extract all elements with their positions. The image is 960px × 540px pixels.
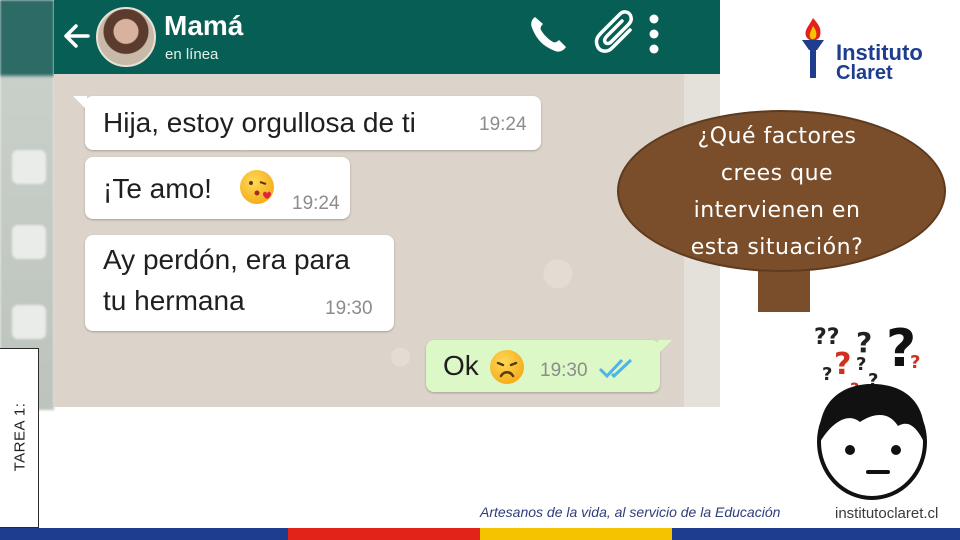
svg-text:?: ? (910, 352, 920, 373)
kissing-heart-emoji-icon (240, 170, 274, 204)
callout-line: crees que (720, 161, 834, 186)
message-time: 19:24 (292, 193, 340, 214)
callout-tail (758, 268, 810, 312)
background-blob (12, 305, 46, 339)
svg-text:?: ? (822, 364, 832, 385)
background-blob (12, 150, 46, 184)
logo-text-line2: Claret (836, 62, 893, 84)
message-time: 19:30 (325, 298, 373, 319)
task-label: TAREA 1: (11, 402, 29, 472)
svg-text:?: ? (834, 347, 851, 382)
stripe-segment (672, 528, 960, 540)
message-text-line2: tu hermana (103, 285, 245, 316)
contact-name: Mamá (164, 10, 244, 41)
phone-icon[interactable] (526, 12, 570, 56)
stripe-segment (0, 528, 288, 540)
message-text: ¡Te amo! (103, 173, 212, 204)
footer-url: institutoclaret.cl (835, 505, 939, 522)
confused-face-illustration: ?? ? ? ? ? ? ? ? ? (814, 322, 927, 500)
footer-slogan: Artesanos de la vida, al servicio de la … (480, 504, 781, 520)
footer-color-stripe (0, 528, 960, 540)
background-blob (12, 225, 46, 259)
attachment-clip-icon[interactable] (590, 8, 640, 58)
callout-line: intervienen en (693, 198, 861, 223)
back-arrow-icon[interactable] (60, 18, 92, 54)
torch-logo-icon (802, 18, 824, 78)
message-outgoing: Ok 19:30 (426, 340, 672, 392)
callout-line: ¿Qué factores (697, 124, 857, 149)
callout-line: esta situación? (690, 235, 864, 260)
double-check-icon (598, 358, 633, 379)
disappointed-emoji-icon (490, 350, 524, 384)
message-time: 19:24 (479, 114, 527, 135)
stripe-segment (480, 528, 672, 540)
stripe-segment (288, 528, 480, 540)
message-text-line1: Ay perdón, era para (103, 244, 350, 275)
contact-avatar[interactable] (96, 7, 156, 67)
callout-text: ¿Qué factores crees que intervienen en e… (655, 118, 899, 266)
svg-text:?: ? (856, 354, 866, 375)
message-text: Ok (443, 350, 479, 381)
more-options-icon[interactable] (646, 14, 662, 54)
message-incoming: ¡Te amo! 19:24 (85, 157, 350, 219)
message-text: Hija, estoy orgullosa de ti (103, 107, 416, 138)
message-time: 19:30 (540, 360, 588, 381)
message-incoming: Ay perdón, era para tu hermana 19:30 (85, 235, 394, 331)
chat-header: Mamá en línea (54, 0, 720, 74)
contact-status: en línea (165, 46, 219, 63)
message-incoming: Hija, estoy orgullosa de ti 19:24 (73, 96, 541, 150)
